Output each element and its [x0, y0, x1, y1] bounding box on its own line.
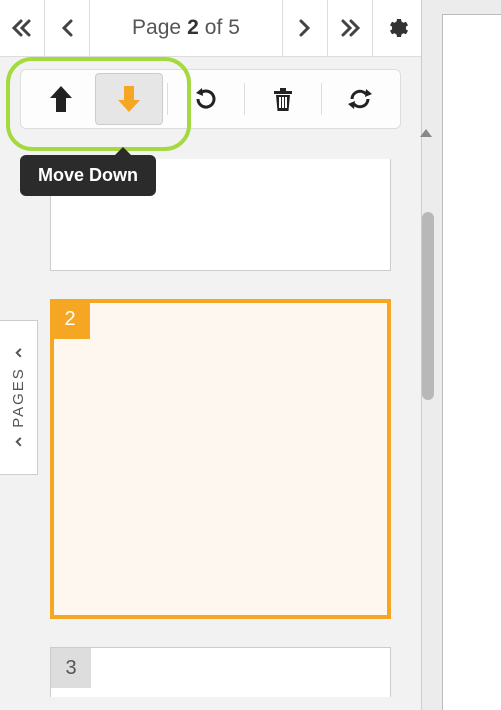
page-separator: of [205, 16, 223, 40]
arrow-up-icon [48, 84, 74, 114]
thumbnail-pane[interactable]: 2 3 [0, 129, 421, 710]
chevron-left-icon [13, 436, 25, 448]
document-preview[interactable] [442, 14, 501, 710]
toolbar-divider [321, 83, 322, 115]
page-indicator: Page 2 of 5 [90, 0, 283, 56]
pages-tab-label: PAGES [10, 367, 27, 428]
scrollbar-thumb[interactable] [422, 212, 434, 400]
toolbar-divider [244, 83, 245, 115]
chevron-left-icon [13, 347, 25, 359]
toolbar-divider [167, 83, 168, 115]
page-thumbnail[interactable]: 3 [50, 647, 391, 697]
arrow-down-icon [116, 84, 142, 114]
pager-bar: Page 2 of 5 [0, 0, 421, 57]
settings-button[interactable] [373, 0, 421, 56]
scroll-up-arrow[interactable] [419, 128, 433, 138]
page-number-badge: 2 [50, 299, 90, 339]
chevron-right-icon [298, 18, 312, 38]
last-page-button[interactable] [328, 0, 373, 56]
gear-icon [385, 16, 409, 40]
double-chevron-left-icon [11, 18, 33, 38]
prev-page-button[interactable] [45, 0, 90, 56]
page-total: 5 [228, 16, 240, 40]
refresh-button[interactable] [326, 73, 394, 125]
refresh-icon [346, 85, 374, 113]
triangle-up-icon [419, 128, 433, 138]
delete-button[interactable] [249, 73, 317, 125]
pages-panel-tab[interactable]: PAGES [0, 320, 38, 475]
tooltip: Move Down [20, 155, 156, 196]
page-thumbnail-selected[interactable]: 2 [50, 299, 391, 619]
page-current: 2 [187, 16, 199, 40]
rotate-ccw-icon [192, 85, 220, 113]
document-preview-gutter [421, 0, 501, 710]
move-down-button[interactable] [95, 73, 163, 125]
next-page-button[interactable] [283, 0, 328, 56]
page-action-toolbar [20, 69, 401, 129]
first-page-button[interactable] [0, 0, 45, 56]
trash-icon [271, 85, 295, 113]
double-chevron-right-icon [339, 18, 361, 38]
page-prefix: Page [132, 16, 181, 40]
rotate-button[interactable] [172, 73, 240, 125]
move-up-button[interactable] [27, 73, 95, 125]
tooltip-text: Move Down [38, 165, 138, 185]
chevron-left-icon [60, 18, 74, 38]
page-number-badge: 3 [51, 648, 91, 688]
